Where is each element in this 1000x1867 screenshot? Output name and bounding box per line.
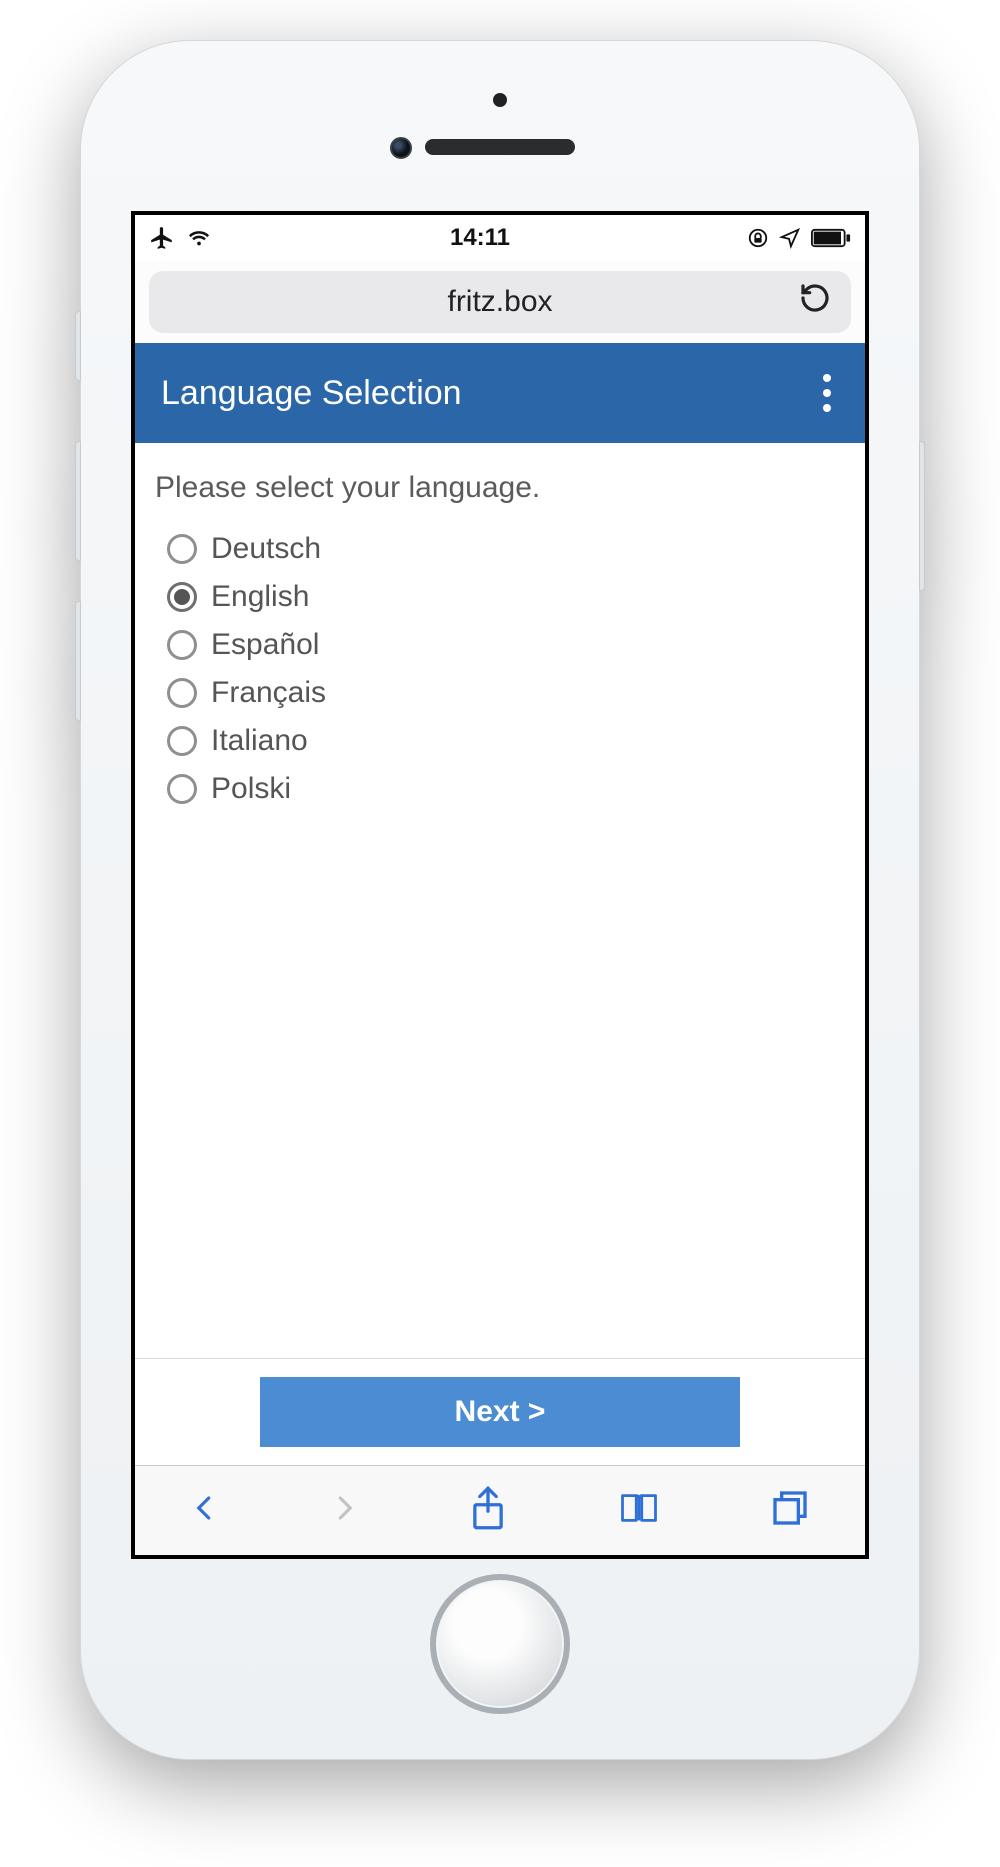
tabs-button[interactable]: [770, 1488, 810, 1533]
nav-forward-button[interactable]: [329, 1488, 359, 1533]
overflow-menu-button[interactable]: [815, 366, 839, 420]
language-option[interactable]: Deutsch: [167, 525, 845, 573]
language-option[interactable]: Español: [167, 621, 845, 669]
radio-icon: [167, 582, 197, 612]
share-button[interactable]: [468, 1485, 508, 1536]
language-label: Deutsch: [211, 532, 321, 566]
page-title: Language Selection: [161, 374, 462, 413]
page-header: Language Selection: [135, 343, 865, 443]
orientation-lock-icon: [747, 227, 769, 249]
proximity-sensor: [493, 93, 507, 107]
language-label: English: [211, 580, 309, 614]
content-area: Please select your language. Deutsch Engl…: [135, 443, 865, 1358]
wifi-icon: [185, 227, 213, 249]
language-label: Italiano: [211, 724, 308, 758]
screen: 14:11 fritz.box: [131, 211, 869, 1559]
airplane-mode-icon: [149, 225, 175, 251]
radio-icon: [167, 726, 197, 756]
status-bar: 14:11: [135, 215, 865, 261]
url-bar[interactable]: fritz.box: [149, 271, 851, 333]
language-label: Polski: [211, 772, 291, 806]
home-button[interactable]: [430, 1574, 570, 1714]
browser-toolbar: [135, 1465, 865, 1555]
language-option[interactable]: English: [167, 573, 845, 621]
language-option[interactable]: Italiano: [167, 717, 845, 765]
language-options: Deutsch English Español Français Italiano Pol…: [155, 525, 845, 813]
volume-down-button: [75, 601, 81, 721]
radio-icon: [167, 678, 197, 708]
prompt-text: Please select your language.: [155, 471, 845, 505]
mute-switch: [75, 311, 81, 381]
language-label: Español: [211, 628, 319, 662]
language-option[interactable]: Français: [167, 669, 845, 717]
power-button: [919, 441, 925, 591]
location-icon: [779, 227, 801, 249]
url-host: fritz.box: [447, 285, 552, 319]
phone-frame: 14:11 fritz.box: [80, 40, 920, 1760]
radio-icon: [167, 534, 197, 564]
radio-icon: [167, 630, 197, 660]
language-option[interactable]: Polski: [167, 765, 845, 813]
reload-icon[interactable]: [799, 282, 831, 322]
battery-icon: [811, 228, 851, 248]
next-button[interactable]: Next >: [260, 1377, 740, 1447]
nav-back-button[interactable]: [190, 1488, 220, 1533]
page-footer: Next >: [135, 1358, 865, 1465]
browser-urlbar-area: fritz.box: [135, 261, 865, 343]
status-time: 14:11: [450, 224, 510, 252]
radio-icon: [167, 774, 197, 804]
volume-up-button: [75, 441, 81, 561]
language-label: Français: [211, 676, 326, 710]
bookmarks-button[interactable]: [617, 1488, 661, 1533]
earpiece-speaker: [425, 139, 575, 155]
front-camera: [390, 137, 412, 159]
